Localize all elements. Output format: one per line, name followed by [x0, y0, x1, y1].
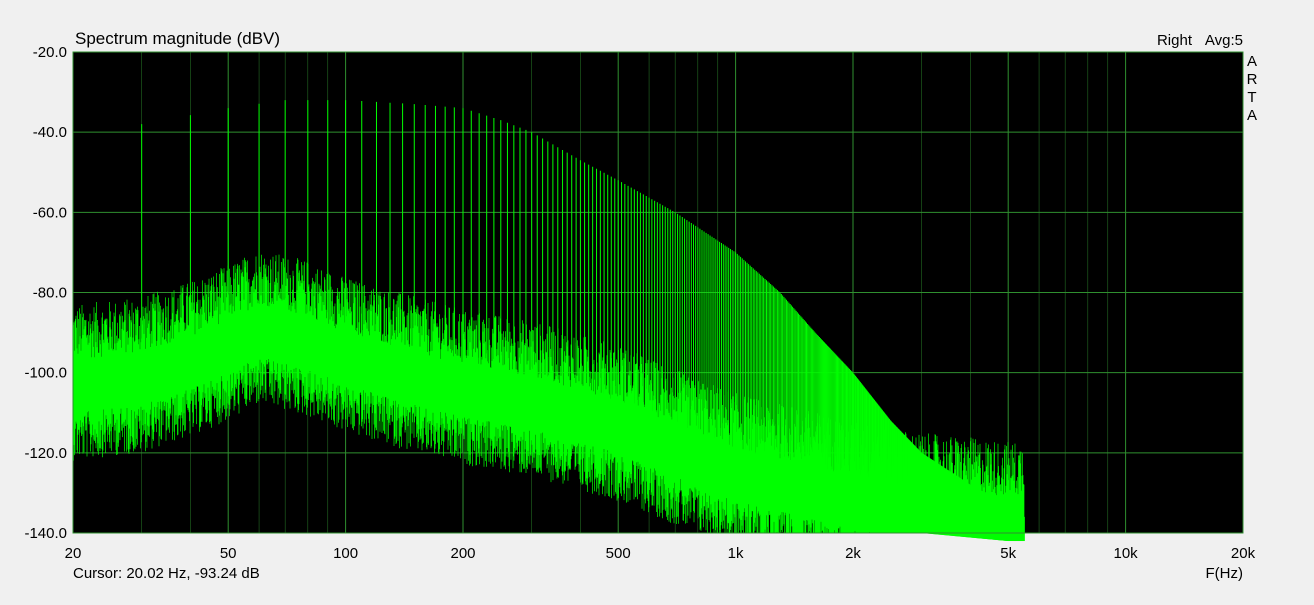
channel-label: Right — [1157, 32, 1193, 49]
x-tick-label: 100 — [333, 545, 358, 562]
x-axis-ticks: 20 50 100 200 500 1k 2k 5k 10k 20k — [65, 545, 1256, 562]
brand-letter: R — [1247, 71, 1258, 88]
y-tick-label: -80.0 — [33, 285, 67, 302]
cursor-readout: Cursor: 20.02 Hz, -93.24 dB — [73, 565, 260, 582]
y-axis-ticks: -20.0 -40.0 -60.0 -80.0 -100.0 -120.0 -140.0 — [24, 44, 67, 542]
x-tick-label: 1k — [728, 545, 744, 562]
x-tick-label: 200 — [450, 545, 475, 562]
y-tick-label: -40.0 — [33, 124, 67, 141]
x-tick-label: 5k — [1000, 545, 1016, 562]
brand-letter: A — [1247, 107, 1257, 124]
x-tick-label: 20k — [1231, 545, 1256, 562]
x-tick-label: 2k — [845, 545, 861, 562]
x-tick-label: 10k — [1114, 545, 1139, 562]
x-tick-label: 20 — [65, 545, 82, 562]
brand-letter: A — [1247, 53, 1257, 70]
spectrum-chart: -20.0 -40.0 -60.0 -80.0 -100.0 -120.0 -140.0 2… — [24, 29, 1258, 582]
brand-letter: T — [1247, 89, 1256, 106]
y-tick-label: -20.0 — [33, 44, 67, 61]
x-axis-label: F(Hz) — [1206, 565, 1244, 582]
avg-label: Avg:5 — [1205, 32, 1243, 49]
x-tick-label: 500 — [606, 545, 631, 562]
y-tick-label: -120.0 — [24, 445, 67, 462]
y-tick-label: -100.0 — [24, 365, 67, 382]
brand-vertical: A R T A — [1247, 53, 1258, 124]
y-tick-label: -60.0 — [33, 204, 67, 221]
x-tick-label: 50 — [220, 545, 237, 562]
chart-title: Spectrum magnitude (dBV) — [75, 29, 280, 48]
y-tick-label: -140.0 — [24, 525, 67, 542]
